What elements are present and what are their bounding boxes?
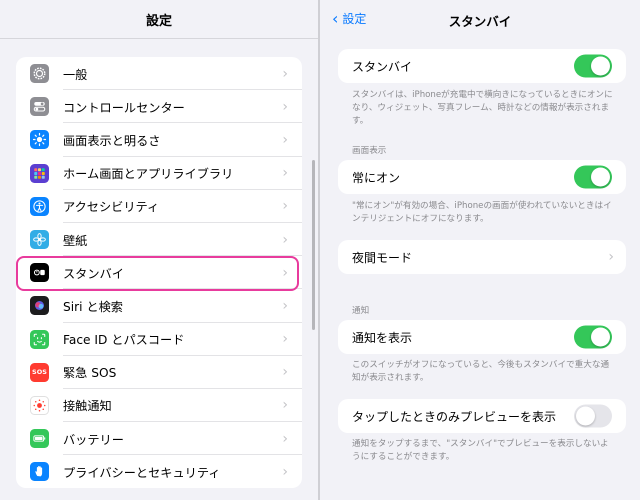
- sun-icon: [30, 130, 49, 150]
- toggle-knob: [591, 167, 610, 187]
- scrollbar[interactable]: [312, 160, 315, 330]
- chevron-right-icon: ›: [282, 463, 288, 480]
- sidebar-item-control-center[interactable]: コントロールセンター ›: [16, 90, 302, 124]
- siri-icon: [30, 296, 49, 316]
- preview-on-tap-label: タップしたときのみプレビューを表示: [352, 409, 557, 424]
- always-on-label: 常にオン: [352, 170, 401, 185]
- standby-row[interactable]: スタンバイ: [338, 49, 626, 83]
- sidebar-item-label: バッテリー: [63, 432, 124, 447]
- night-mode-row[interactable]: 夜間モード ›: [338, 240, 626, 274]
- chevron-right-icon: ›: [282, 430, 288, 447]
- settings-sidebar: 設定 一般 › コントロールセンター › 画面表示と明るさ › ホーム画面とアプ…: [0, 0, 318, 500]
- accessibility-icon: [30, 196, 49, 216]
- page-title: スタンバイ: [448, 14, 512, 29]
- sidebar-item-label: ホーム画面とアプリライブラリ: [63, 167, 234, 182]
- show-notifications-row[interactable]: 通知を表示: [338, 320, 626, 354]
- chevron-right-icon: ›: [282, 131, 288, 148]
- sidebar-item-label: 一般: [63, 67, 88, 82]
- sidebar-item-general[interactable]: 一般 ›: [16, 57, 302, 91]
- sidebar-item-label: Siri と検索: [63, 299, 123, 314]
- show-notifications-label: 通知を表示: [352, 330, 413, 345]
- sidebar-item-exposure-notifications[interactable]: 接触通知 ›: [16, 389, 302, 423]
- always-on-footnote: "常にオン"が有効の場合、iPhoneの画面が使われていないときはインテリジェン…: [352, 201, 612, 224]
- sidebar-item-siri-search[interactable]: Siri と検索 ›: [16, 289, 302, 323]
- sos-icon: SOS: [30, 362, 49, 382]
- nav-bar: ‹ 設定 スタンバイ: [320, 0, 640, 38]
- sidebar-item-label: Face ID とパスコード: [63, 333, 185, 348]
- sidebar-item-label: 画面表示と明るさ: [63, 133, 161, 148]
- toggle-knob: [591, 56, 610, 76]
- sidebar-item-home-screen[interactable]: ホーム画面とアプリライブラリ ›: [16, 157, 302, 190]
- sidebar-item-label: スタンバイ: [63, 266, 124, 281]
- toggles-icon: [30, 97, 49, 117]
- chevron-right-icon: ›: [282, 198, 288, 215]
- sidebar-item-label: アクセシビリティ: [63, 200, 160, 215]
- app-grid-icon: [30, 163, 49, 183]
- always-on-row[interactable]: 常にオン: [338, 160, 626, 194]
- battery-icon: [30, 429, 49, 449]
- notifications-section-header: 通知: [352, 306, 370, 316]
- sidebar-item-label: 接触通知: [63, 399, 112, 414]
- chevron-right-icon: ›: [282, 98, 288, 115]
- chevron-right-icon: ›: [608, 249, 614, 265]
- night-mode-label: 夜間モード: [352, 250, 413, 265]
- chevron-right-icon: ›: [282, 364, 288, 381]
- sidebar-item-wallpaper[interactable]: 壁紙 ›: [16, 223, 302, 257]
- preview-on-tap-row[interactable]: タップしたときのみプレビューを表示: [338, 399, 626, 433]
- sidebar-item-battery[interactable]: バッテリー ›: [16, 422, 302, 456]
- toggle-knob: [591, 327, 610, 347]
- always-on-toggle[interactable]: [574, 165, 612, 189]
- standby-detail: ‹ 設定 スタンバイ スタンバイ スタンバイは、iPhoneが充電中で横向きにな…: [320, 0, 640, 500]
- chevron-right-icon: ›: [282, 331, 288, 348]
- hand-icon: [30, 462, 49, 482]
- face-id-icon: [30, 329, 49, 349]
- sidebar-item-display-brightness[interactable]: 画面表示と明るさ ›: [16, 123, 302, 157]
- sidebar-item-label: 壁紙: [63, 233, 88, 248]
- sidebar-item-label: コントロールセンター: [63, 100, 185, 115]
- chevron-right-icon: ›: [282, 65, 288, 82]
- gear-icon: [30, 64, 49, 84]
- chevron-right-icon: ›: [282, 165, 288, 182]
- chevron-right-icon: ›: [282, 231, 288, 248]
- sidebar-item-standby[interactable]: スタンバイ ›: [16, 256, 302, 290]
- standby-label: スタンバイ: [352, 59, 413, 74]
- header-divider: [0, 38, 318, 39]
- chevron-right-icon: ›: [282, 297, 288, 314]
- settings-list: 一般 › コントロールセンター › 画面表示と明るさ › ホーム画面とアプリライ…: [16, 57, 302, 489]
- preview-on-tap-toggle[interactable]: [574, 404, 612, 428]
- sidebar-item-privacy-security[interactable]: プライバシーとセキュリティ ›: [16, 455, 302, 488]
- toggle-knob: [576, 406, 595, 426]
- sidebar-item-face-id[interactable]: Face ID とパスコード ›: [16, 323, 302, 356]
- sidebar-item-emergency-sos[interactable]: SOS 緊急 SOS ›: [16, 356, 302, 389]
- sidebar-item-accessibility[interactable]: アクセシビリティ ›: [16, 190, 302, 223]
- sos-icon-text: SOS: [32, 368, 47, 377]
- sidebar-title: 設定: [145, 13, 172, 29]
- show-notifications-toggle[interactable]: [574, 325, 612, 349]
- standby-toggle[interactable]: [574, 54, 612, 78]
- exposure-icon: [30, 395, 49, 415]
- flower-icon: [30, 230, 49, 250]
- preview-footnote: 通知をタップするまで、"スタンバイ"でプレビューを表示しないようにすることができ…: [352, 439, 609, 462]
- sidebar-item-label: 緊急 SOS: [63, 366, 117, 381]
- standby-footnote: スタンバイは、iPhoneが充電中で横向きになっているときにオンになり、ウィジェ…: [352, 90, 613, 126]
- show-notifications-footnote: このスイッチがオフになっていると、今後もスタンバイで重大な通知が表示されます。: [352, 360, 610, 383]
- chevron-right-icon: ›: [282, 264, 288, 281]
- sidebar-item-label: プライバシーとセキュリティ: [63, 465, 221, 480]
- display-section-header: 画面表示: [352, 146, 387, 156]
- standby-icon: [30, 263, 49, 283]
- chevron-right-icon: ›: [282, 397, 288, 414]
